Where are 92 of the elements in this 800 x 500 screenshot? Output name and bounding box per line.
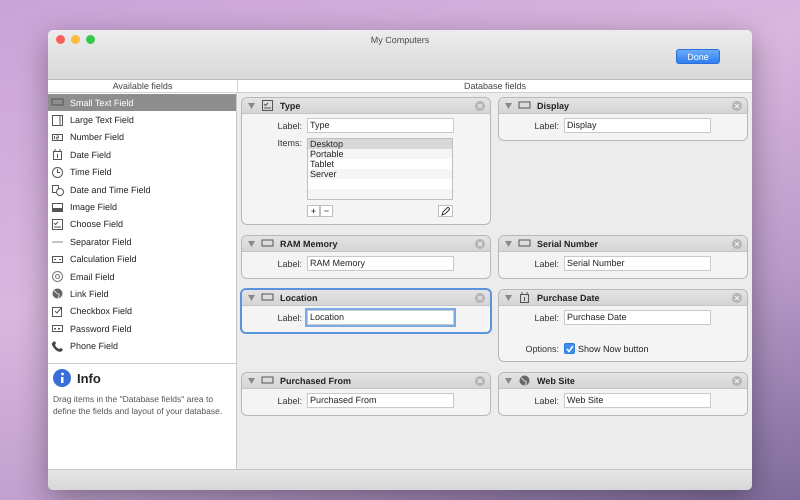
close-window-button[interactable] [56, 35, 65, 44]
globe-icon [51, 287, 64, 300]
checklist-icon [51, 218, 64, 231]
disclosure-triangle-icon[interactable] [505, 378, 512, 384]
checkbox-icon [51, 304, 64, 318]
card-title: Purchase Date [537, 292, 601, 302]
card-title: Type [280, 100, 302, 110]
label-field[interactable]: Serial Number [564, 256, 711, 271]
list-item[interactable]: Tablet [308, 159, 452, 169]
phone-icon [51, 340, 64, 353]
close-icon[interactable] [475, 376, 485, 386]
field-caption: Label: [276, 120, 302, 130]
list-item[interactable]: Portable [308, 149, 452, 159]
label-field[interactable]: Display [564, 118, 711, 133]
edit-button[interactable] [438, 205, 453, 217]
sidebar-item[interactable]: Phone Field [48, 337, 236, 355]
label-field[interactable]: Purchased From [307, 393, 454, 408]
label-field[interactable]: RAM Memory [307, 256, 454, 271]
sidebar-item[interactable]: Image Field [48, 198, 236, 216]
column-header: Database fields [462, 80, 528, 92]
minimize-window-button[interactable] [71, 35, 80, 44]
checklist-icon [261, 99, 274, 112]
field-caption: Label: [533, 120, 559, 130]
line-icon [52, 240, 63, 243]
field-caption: Label: [276, 312, 302, 322]
disclosure-triangle-icon[interactable] [505, 240, 512, 246]
calendar-icon [51, 148, 64, 162]
label-field[interactable]: Location [307, 310, 454, 325]
checkbox[interactable] [564, 343, 575, 354]
close-icon[interactable] [732, 238, 742, 248]
field-caption: Label: [533, 258, 559, 268]
sidebar-item[interactable]: Date Field [48, 146, 236, 164]
label-field[interactable]: Web Site [564, 393, 711, 408]
card-title: RAM Memory [280, 238, 339, 248]
calendar-clock-icon [51, 183, 64, 196]
info-title: Info [77, 370, 101, 386]
field-caption: Items: [276, 138, 302, 148]
field-caption: Options: [524, 344, 559, 354]
card-title: Web Site [537, 376, 576, 386]
at-sign-icon [51, 270, 64, 284]
label-field[interactable]: Purchase Date [564, 310, 711, 325]
info-text: Drag items in the "Database fields" area to define the fields and layout of your database. [53, 393, 224, 417]
field-caption: Label: [276, 396, 302, 406]
list-item[interactable]: Desktop [308, 139, 452, 149]
sidebar-item[interactable]: Checkbox Field [48, 302, 236, 320]
show-now-checkbox[interactable]: Show Now button [564, 343, 649, 354]
column-header: Available fields [48, 80, 238, 92]
image-icon [51, 200, 64, 214]
card-title: Serial Number [537, 238, 600, 248]
remove-button[interactable]: − [320, 205, 333, 217]
card-title: Location [280, 292, 318, 302]
disclosure-triangle-icon[interactable] [505, 102, 512, 108]
calendar-icon [518, 291, 531, 304]
close-icon[interactable] [732, 376, 742, 386]
info-icon [53, 369, 71, 387]
add-button[interactable]: + [307, 205, 320, 217]
close-icon[interactable] [475, 100, 485, 110]
checkbox-label: Show Now button [578, 344, 649, 354]
field-caption: Label: [533, 312, 559, 322]
sidebar-item[interactable]: Password Field [48, 320, 236, 338]
sidebar-item[interactable]: Choose Field [48, 216, 236, 234]
sidebar-item[interactable]: Number Field [48, 128, 236, 146]
disclosure-triangle-icon[interactable] [248, 102, 255, 108]
close-icon[interactable] [732, 100, 742, 110]
field-caption: Label: [276, 258, 302, 268]
disclosure-triangle-icon[interactable] [248, 294, 255, 300]
disclosure-triangle-icon[interactable] [505, 294, 512, 300]
disclosure-triangle-icon[interactable] [248, 240, 255, 246]
sidebar-item[interactable]: Time Field [48, 164, 236, 181]
list-item[interactable]: Server [308, 169, 452, 179]
field-caption: Label: [533, 396, 559, 406]
items-list[interactable]: Desktop Portable Tablet Server [307, 138, 453, 200]
text-area-icon [51, 114, 64, 127]
card-title: Display [537, 100, 570, 110]
close-icon[interactable] [475, 238, 485, 248]
pencil-icon [441, 206, 450, 216]
zoom-window-button[interactable] [86, 35, 95, 44]
clock-icon [51, 166, 64, 179]
sidebar-item[interactable]: Link Field [48, 285, 236, 303]
window-title: My Computers [370, 34, 430, 45]
sidebar-item[interactable]: Separator Field [48, 233, 236, 251]
close-icon[interactable] [475, 292, 485, 302]
close-icon[interactable] [732, 292, 742, 302]
card-title: Purchased From [280, 376, 352, 386]
checkmark-icon [566, 344, 574, 352]
globe-icon [518, 374, 531, 387]
disclosure-triangle-icon[interactable] [248, 378, 255, 384]
sidebar-item[interactable]: Date and Time Field [48, 180, 236, 198]
label-field[interactable]: Type [307, 118, 454, 133]
sidebar-item[interactable]: Large Text Field [48, 111, 236, 129]
sidebar-item[interactable]: Email Field [48, 268, 236, 286]
sidebar-item[interactable]: Calculation Field [48, 250, 236, 268]
